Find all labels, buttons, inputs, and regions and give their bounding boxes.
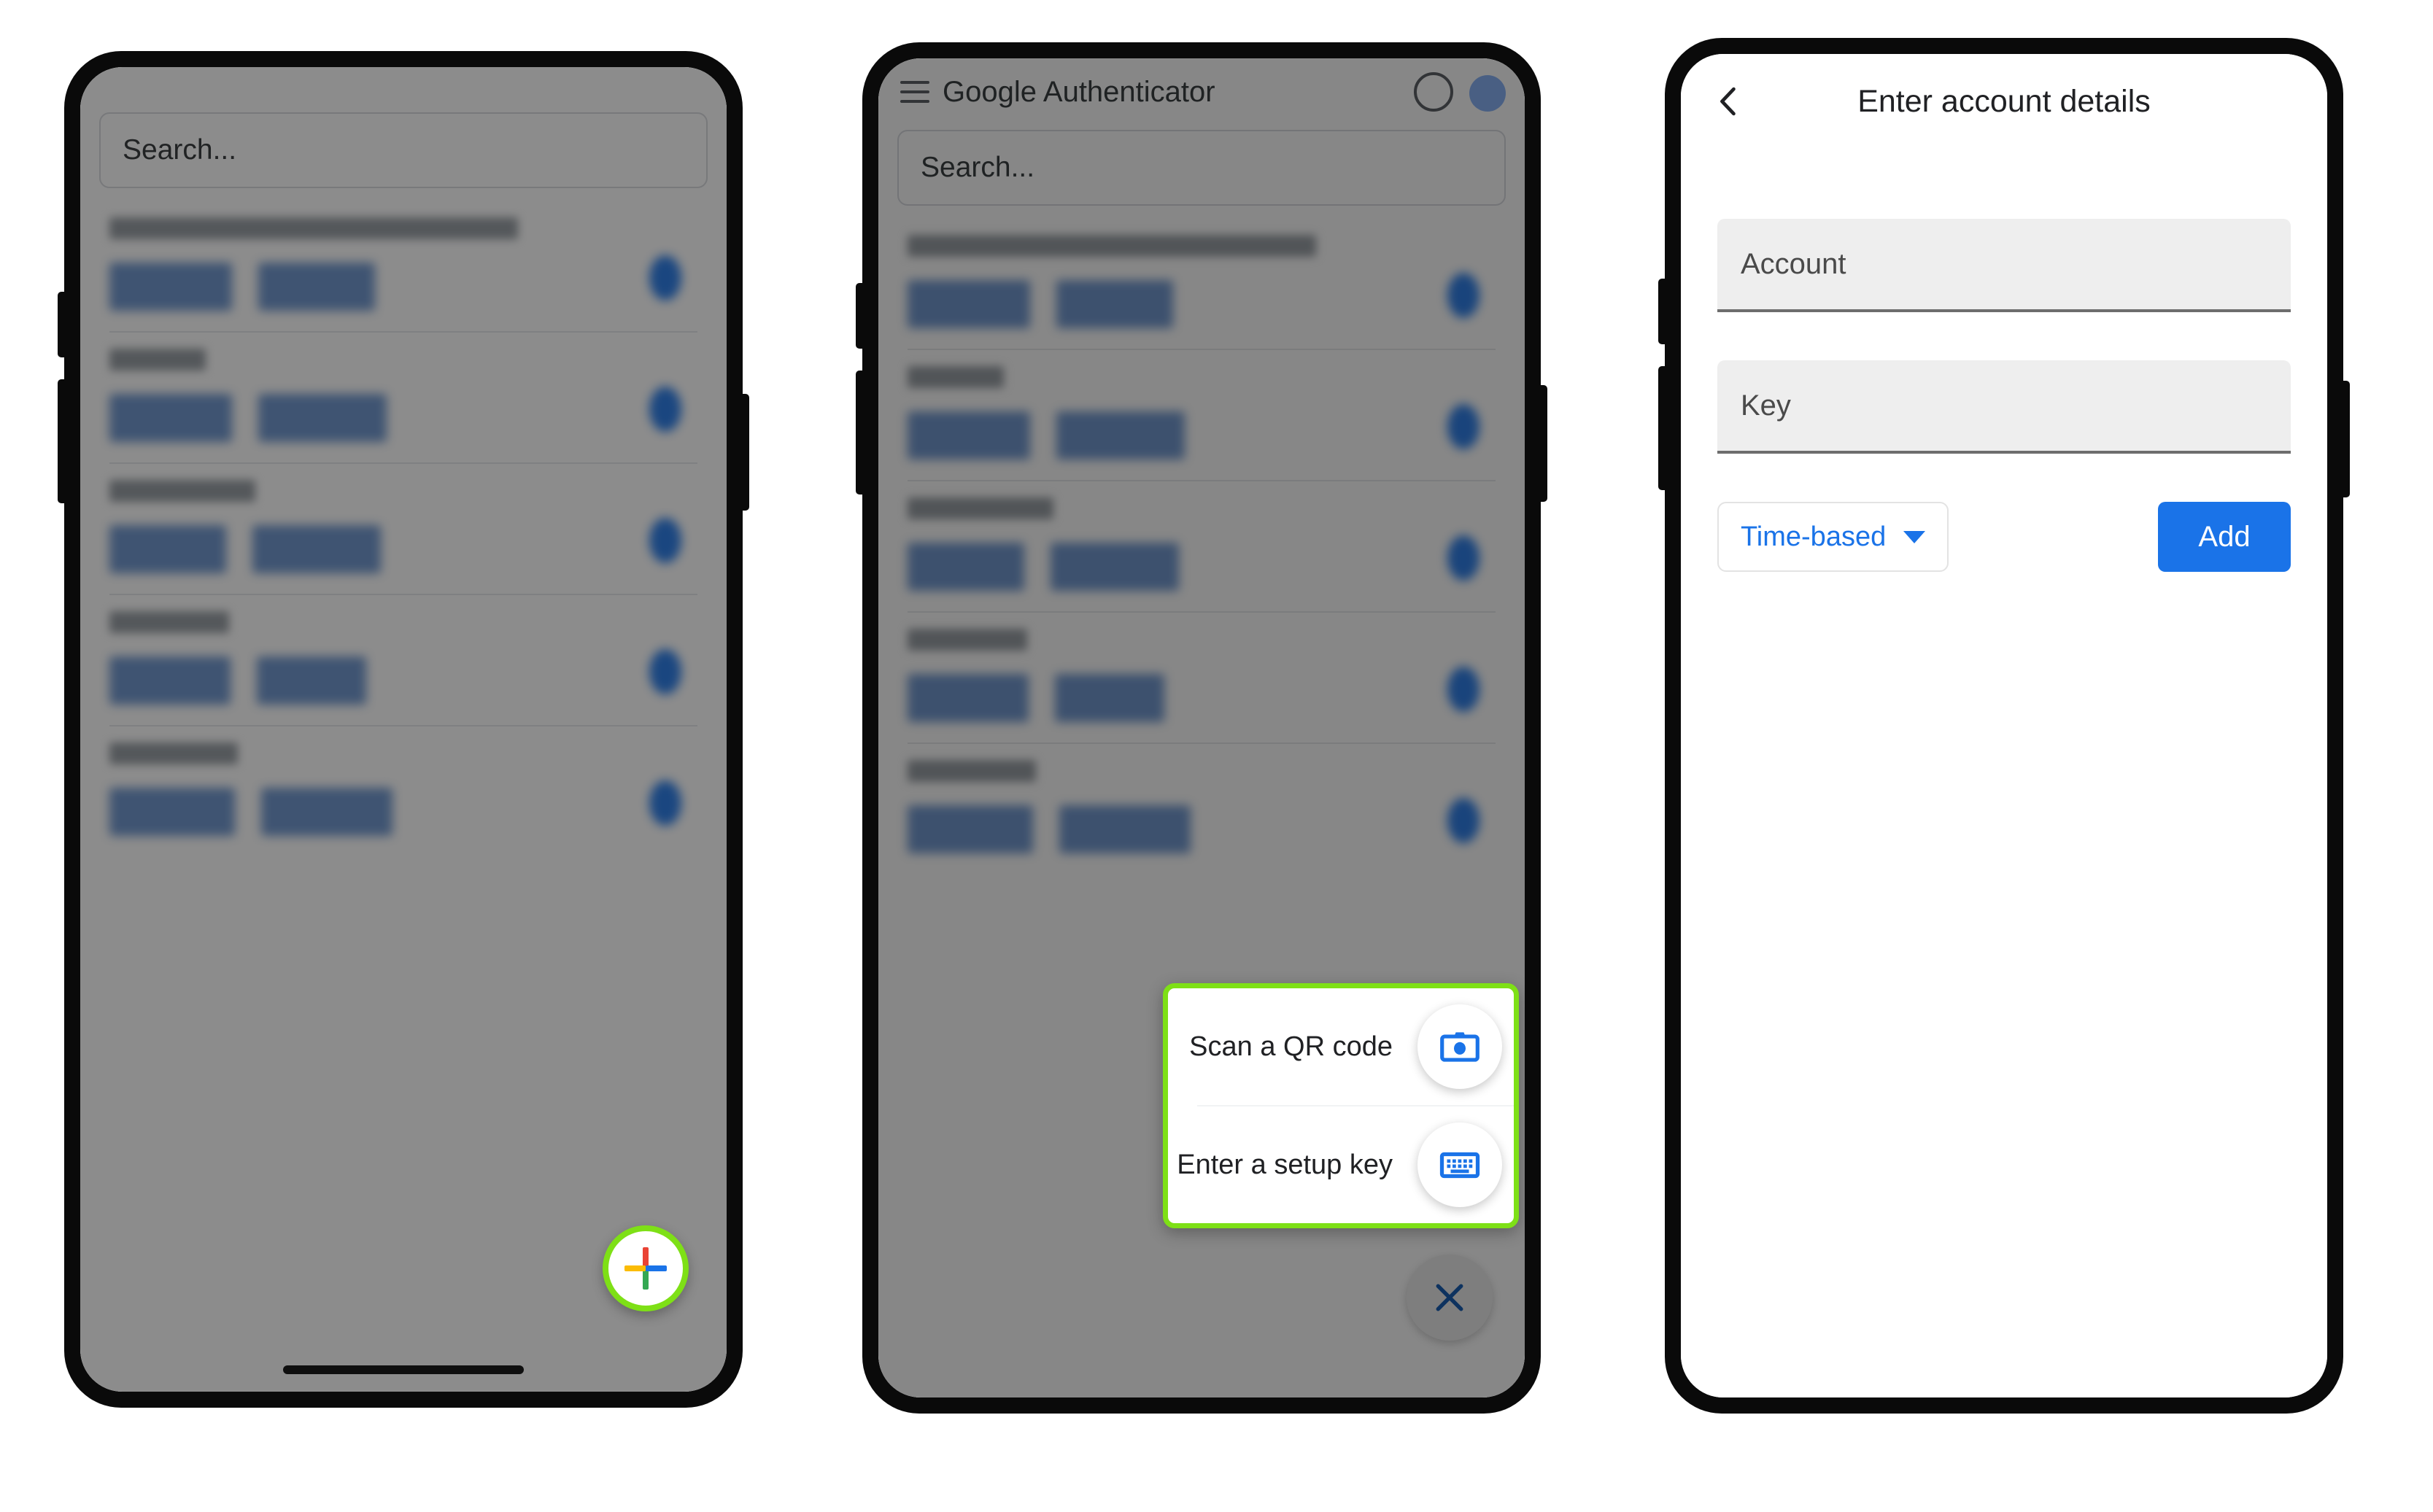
phone-2-add-menu: Google Authenticator Search... Scan a QR… — [856, 42, 1547, 1414]
timer-indicator — [1447, 798, 1479, 843]
list-item[interactable] — [878, 613, 1525, 743]
otp-type-dropdown[interactable]: Time-based — [1717, 502, 1949, 572]
app-bar-p2: Google Authenticator — [878, 58, 1525, 125]
hamburger-icon[interactable] — [900, 81, 929, 103]
menu-item-setup-key[interactable]: Enter a setup key — [1168, 1106, 1514, 1223]
list-item[interactable] — [80, 333, 727, 462]
account-field-label: Account — [1741, 247, 1846, 280]
list-item[interactable] — [878, 219, 1525, 349]
menu-item-label: Enter a setup key — [1177, 1149, 1393, 1180]
timer-indicator — [649, 780, 681, 826]
account-label — [908, 497, 1053, 519]
volume-down-button[interactable] — [58, 379, 66, 503]
volume-down-button[interactable] — [1658, 366, 1666, 490]
phone-3-account-details: Enter account details Account Key Time-b… — [1658, 38, 2350, 1414]
timer-indicator — [1447, 667, 1479, 712]
otp-code — [908, 273, 1496, 336]
menu-item-label: Scan a QR code — [1189, 1031, 1393, 1062]
google-plus-icon — [624, 1247, 667, 1290]
keyboard-icon — [1439, 1152, 1480, 1179]
add-account-fab[interactable] — [603, 1225, 689, 1311]
menu-item-scan-qr[interactable]: Scan a QR code — [1168, 988, 1514, 1105]
otp-account-list — [80, 188, 727, 856]
account-field[interactable]: Account — [1717, 219, 2291, 312]
enter-setup-key-button[interactable] — [1417, 1123, 1502, 1207]
page-title: Enter account details — [1857, 83, 2151, 119]
close-icon — [1436, 1284, 1463, 1311]
power-button[interactable] — [1539, 385, 1547, 502]
volume-up-button[interactable] — [856, 283, 864, 349]
phone-3-screen: Enter account details Account Key Time-b… — [1681, 54, 2327, 1397]
search-placeholder: Search... — [921, 152, 1035, 183]
phone-2-screen: Google Authenticator Search... Scan a QR… — [878, 58, 1525, 1397]
close-menu-button[interactable] — [1407, 1255, 1493, 1341]
otp-type-value: Time-based — [1741, 521, 1887, 552]
power-button[interactable] — [741, 394, 749, 511]
otp-code — [109, 649, 697, 712]
otp-code — [908, 404, 1496, 467]
volume-down-button[interactable] — [856, 371, 864, 495]
list-item[interactable] — [80, 595, 727, 725]
search-placeholder: Search... — [123, 134, 237, 166]
timer-indicator — [1447, 404, 1479, 449]
timer-indicator — [649, 255, 681, 301]
timer-indicator — [1447, 273, 1479, 318]
timer-indicator — [649, 387, 681, 432]
authenticator-app-p1: Search... — [80, 67, 727, 1392]
list-item[interactable] — [878, 481, 1525, 611]
volume-up-button[interactable] — [1658, 279, 1666, 344]
help-icon[interactable] — [671, 71, 705, 104]
list-item[interactable] — [80, 201, 727, 331]
form-controls-row: Time-based Add — [1717, 502, 2291, 572]
search-input[interactable]: Search... — [99, 112, 708, 188]
account-label — [109, 217, 518, 239]
otp-code — [908, 798, 1496, 861]
add-button-label: Add — [2198, 520, 2251, 553]
timer-indicator — [1447, 535, 1479, 581]
account-label — [109, 349, 206, 371]
otp-code — [109, 387, 697, 449]
add-button[interactable]: Add — [2158, 502, 2291, 572]
otp-code — [908, 535, 1496, 598]
otp-code — [109, 255, 697, 318]
add-account-menu: Scan a QR code Enter a setup key — [1163, 983, 1519, 1228]
account-label — [908, 629, 1027, 651]
account-label — [109, 480, 255, 502]
key-field[interactable]: Key — [1717, 360, 2291, 454]
enter-account-details-screen: Enter account details Account Key Time-b… — [1681, 54, 2327, 1397]
search-input[interactable]: Search... — [897, 130, 1506, 206]
otp-code — [109, 780, 697, 843]
timer-indicator — [649, 649, 681, 694]
chevron-left-icon — [1720, 87, 1736, 116]
account-label — [908, 235, 1316, 257]
list-item[interactable] — [878, 350, 1525, 480]
otp-code — [109, 518, 697, 581]
otp-account-list — [878, 206, 1525, 874]
list-item[interactable] — [80, 726, 727, 856]
otp-code — [908, 667, 1496, 729]
list-item[interactable] — [80, 464, 727, 594]
back-button[interactable] — [1709, 82, 1748, 121]
key-field-label: Key — [1741, 389, 1791, 422]
app-bar-p1 — [80, 67, 727, 108]
camera-icon — [1440, 1032, 1479, 1062]
avatar[interactable] — [1469, 75, 1506, 112]
home-indicator — [283, 1365, 524, 1374]
app-title: Google Authenticator — [943, 75, 1215, 108]
account-label — [908, 366, 1004, 388]
help-icon[interactable] — [1414, 72, 1453, 112]
power-button[interactable] — [2342, 381, 2350, 497]
account-form: Account Key Time-based Add — [1681, 149, 2327, 572]
chevron-down-icon — [1903, 530, 1926, 543]
phone-1-account-list: Search... — [58, 51, 749, 1408]
account-label — [109, 743, 238, 764]
list-item[interactable] — [878, 744, 1525, 874]
phone-1-screen: Search... — [80, 67, 727, 1392]
account-label — [109, 611, 229, 633]
timer-indicator — [649, 518, 681, 563]
volume-up-button[interactable] — [58, 292, 66, 357]
scan-qr-button[interactable] — [1417, 1004, 1502, 1089]
app-bar-p3: Enter account details — [1681, 54, 2327, 149]
account-label — [908, 760, 1036, 782]
